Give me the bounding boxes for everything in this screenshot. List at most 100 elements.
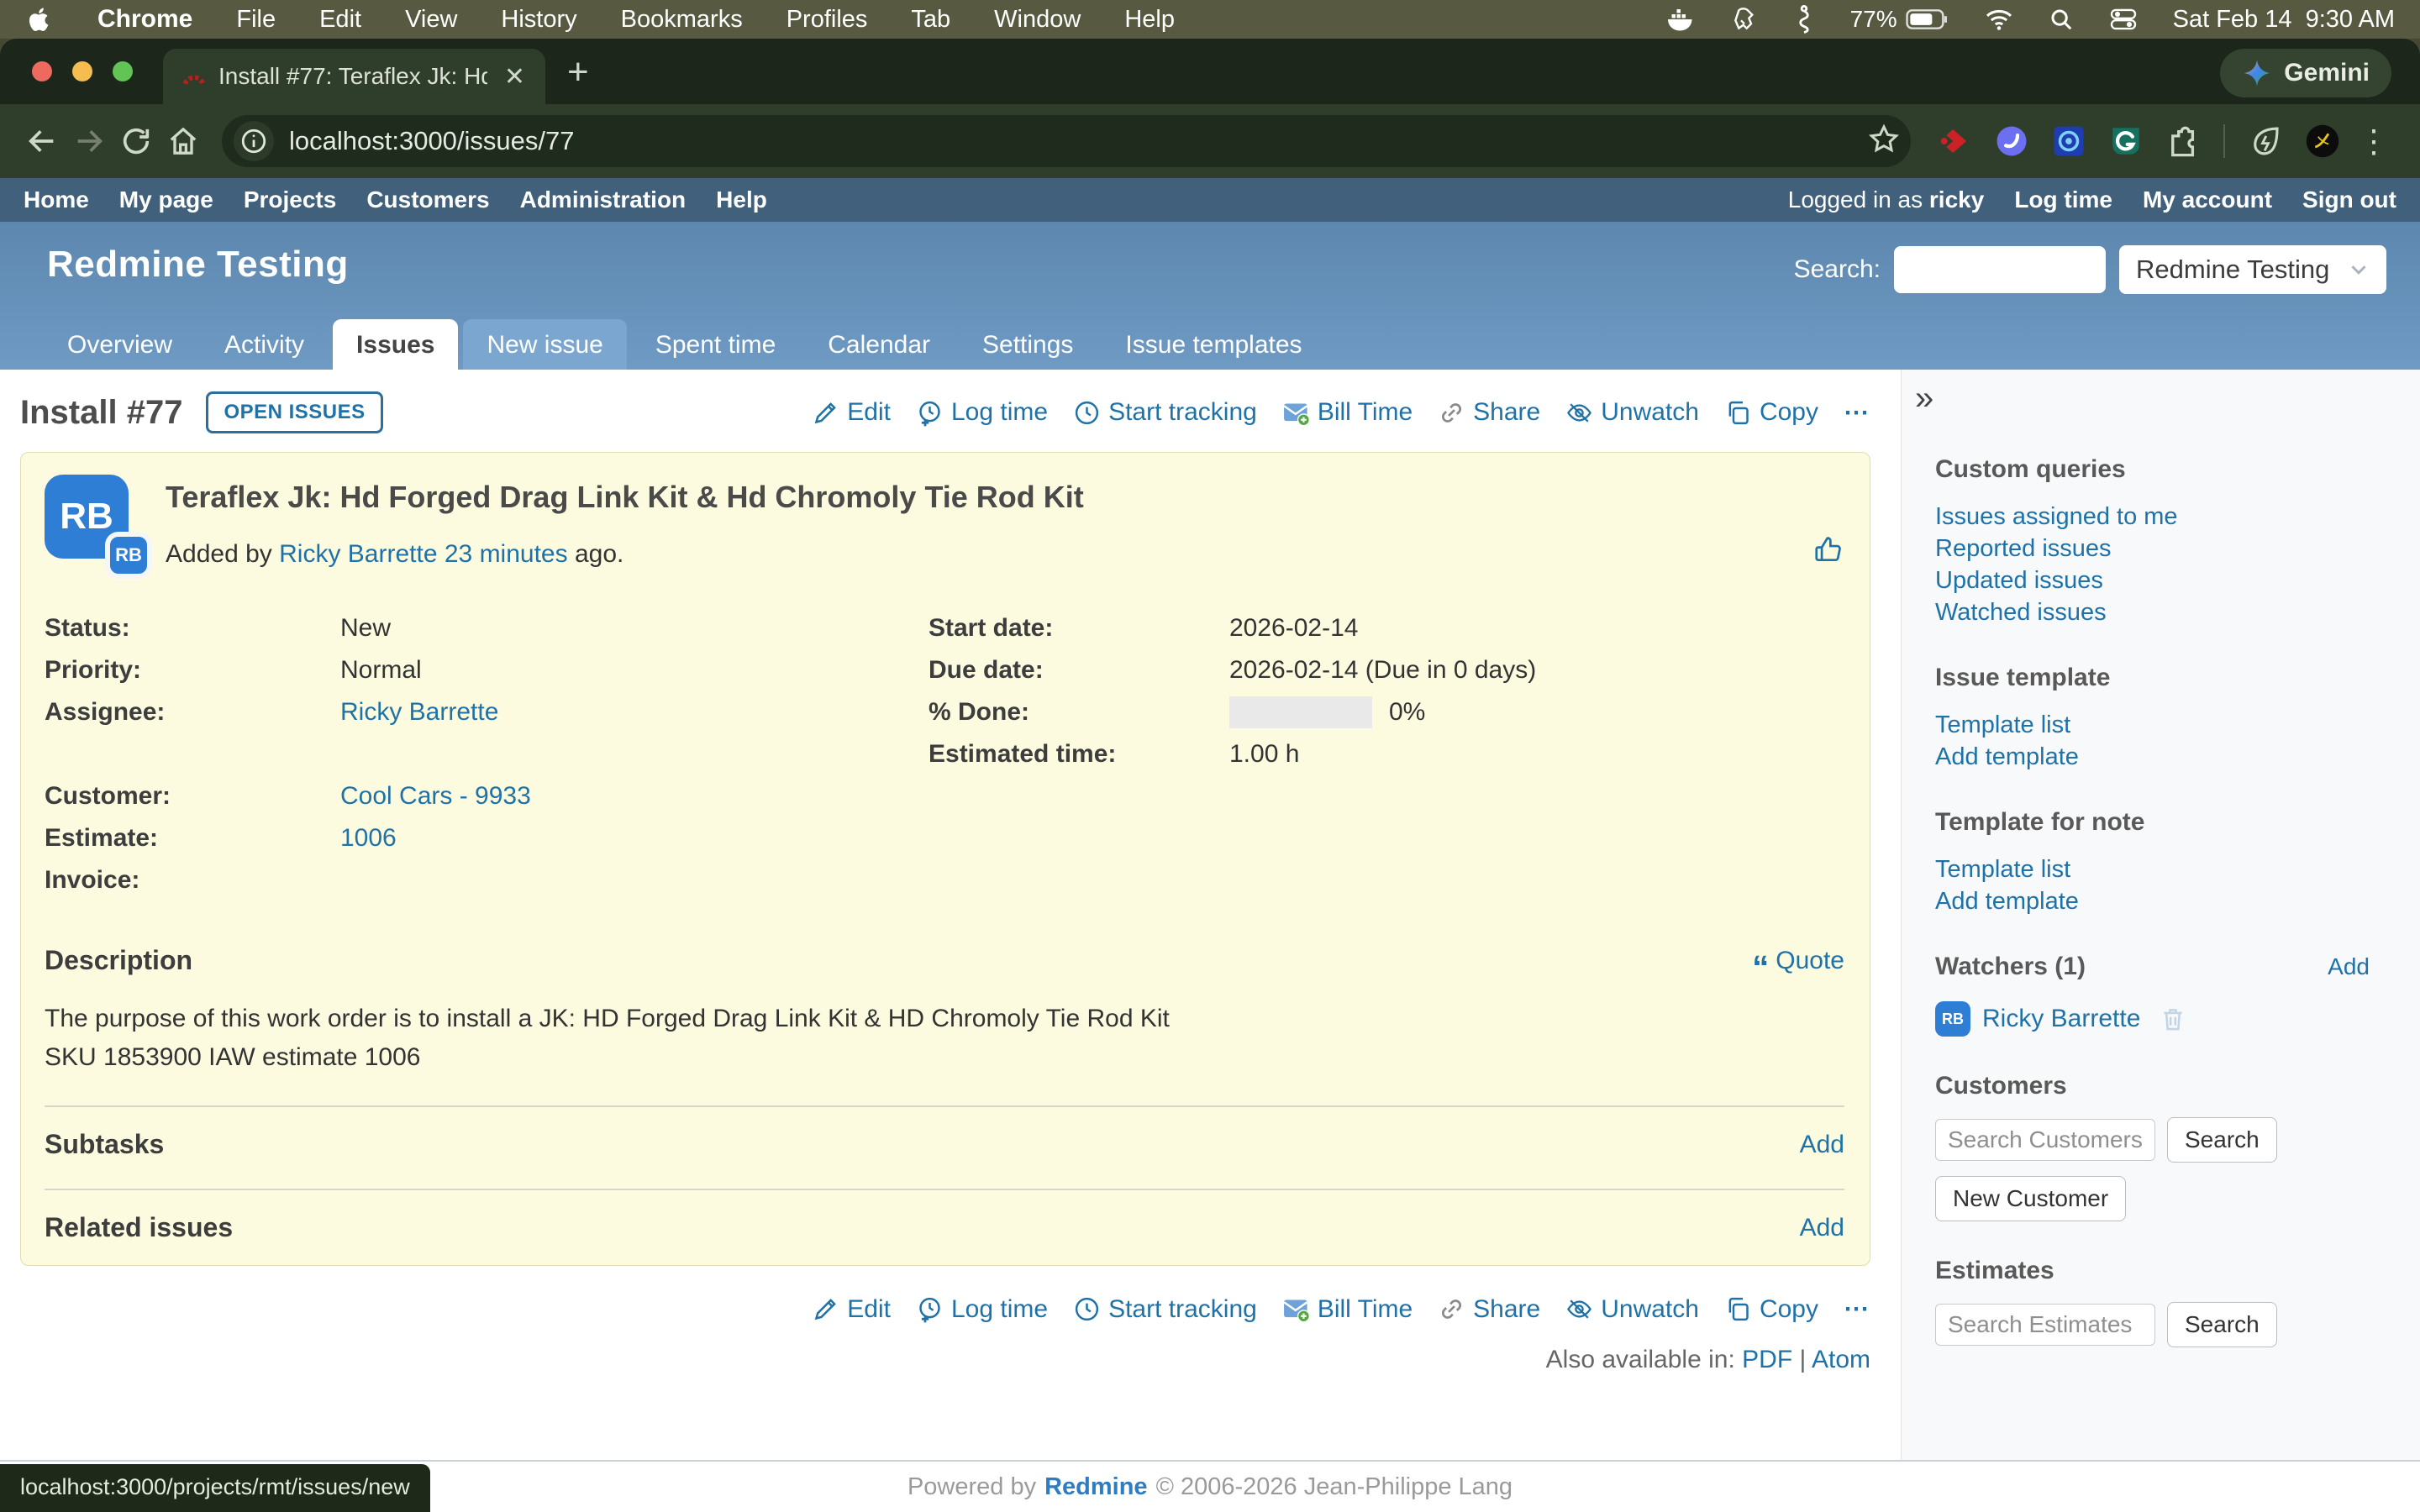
menubar-item-window[interactable]: Window <box>994 6 1081 34</box>
tab-issue-templates[interactable]: Issue templates <box>1102 319 1325 370</box>
author-link[interactable]: Ricky Barrette <box>279 540 437 568</box>
topmenu-help[interactable]: Help <box>716 186 767 213</box>
watcher-link[interactable]: Ricky Barrette <box>1982 1005 2140 1033</box>
logged-in-user[interactable]: ricky <box>1929 186 1984 213</box>
tab-calendar[interactable]: Calendar <box>804 319 954 370</box>
log-time-button-bottom[interactable]: Log time <box>916 1295 1048 1324</box>
issue-template-add-link[interactable]: Add template <box>1935 741 2370 773</box>
copy-button[interactable]: Copy <box>1724 398 1818 427</box>
assignee-link[interactable]: Ricky Barrette <box>340 698 498 726</box>
tab-overview[interactable]: Overview <box>44 319 196 370</box>
query-issues-assigned-to-me[interactable]: Issues assigned to me <box>1935 501 2370 533</box>
menubar-item-profiles[interactable]: Profiles <box>786 6 868 34</box>
gemini-button[interactable]: Gemini <box>2220 49 2391 97</box>
issue-author-avatar[interactable]: RB RB <box>45 475 129 559</box>
menubar-item-edit[interactable]: Edit <box>319 6 361 34</box>
menubar-clock[interactable]: Sat Feb 14 9:30 AM <box>2173 6 2395 34</box>
docker-icon[interactable] <box>1665 7 1696 32</box>
snake-icon[interactable] <box>1793 5 1815 34</box>
bookmark-star-icon[interactable] <box>1867 123 1901 160</box>
url-bar[interactable]: localhost:3000/issues/77 <box>222 115 1911 167</box>
open-issues-badge[interactable]: OPEN ISSUES <box>206 391 382 433</box>
topmenu-log-time[interactable]: Log time <box>2014 186 2112 213</box>
redmine-link[interactable]: Redmine <box>1044 1473 1147 1501</box>
edit-button[interactable]: Edit <box>812 398 891 427</box>
paw-icon[interactable] <box>1731 6 1758 33</box>
note-template-add-link[interactable]: Add template <box>1935 885 2370 917</box>
home-button[interactable] <box>160 118 207 165</box>
thumbs-up-button[interactable] <box>1812 533 1844 570</box>
query-reported-issues[interactable]: Reported issues <box>1935 533 2370 564</box>
topmenu-administration[interactable]: Administration <box>520 186 687 213</box>
share-button-bottom[interactable]: Share <box>1438 1295 1540 1324</box>
topmenu-projects[interactable]: Projects <box>244 186 337 213</box>
url-text[interactable]: localhost:3000/issues/77 <box>289 126 1867 156</box>
extensions-puzzle-icon[interactable] <box>2161 119 2205 163</box>
grammarly-icon[interactable] <box>2104 119 2148 163</box>
site-info-icon[interactable] <box>234 121 274 161</box>
bill-time-button[interactable]: Bill Time <box>1282 398 1413 427</box>
tab-activity[interactable]: Activity <box>201 319 328 370</box>
menubar-item-help[interactable]: Help <box>1124 6 1175 34</box>
quick-search-input[interactable] <box>1894 246 2106 293</box>
new-tab-button[interactable]: + <box>567 49 589 96</box>
quote-button[interactable]: “ Quote <box>1752 947 1844 975</box>
minimize-window-button[interactable] <box>72 61 92 81</box>
battery-indicator[interactable]: 77% <box>1850 6 1949 33</box>
start-tracking-button-bottom[interactable]: Start tracking <box>1073 1295 1257 1324</box>
forward-button[interactable] <box>66 118 113 165</box>
delete-watcher-icon[interactable] <box>2159 1005 2187 1033</box>
issue-template-list-link[interactable]: Template list <box>1935 709 2370 741</box>
more-actions-button[interactable]: ⋯ <box>1844 398 1870 428</box>
bill-time-button-bottom[interactable]: Bill Time <box>1282 1295 1413 1324</box>
menubar-item-view[interactable]: View <box>405 6 457 34</box>
pdf-link[interactable]: PDF <box>1742 1346 1792 1373</box>
more-actions-button-bottom[interactable]: ⋯ <box>1844 1294 1870 1324</box>
project-jump-select[interactable]: Redmine Testing <box>2119 245 2386 294</box>
copy-button-bottom[interactable]: Copy <box>1724 1295 1818 1324</box>
start-tracking-button[interactable]: Start tracking <box>1073 398 1257 427</box>
control-center-icon[interactable] <box>2109 8 2138 31</box>
topmenu-my-page[interactable]: My page <box>119 186 213 213</box>
customer-link[interactable]: Cool Cars - 9933 <box>340 782 531 810</box>
search-estimates-button[interactable]: Search <box>2167 1302 2277 1347</box>
log-time-button[interactable]: Log time <box>916 398 1048 427</box>
reload-button[interactable] <box>113 118 160 165</box>
menubar-item-file[interactable]: File <box>236 6 276 34</box>
wifi-icon[interactable] <box>1985 8 2013 31</box>
browser-tab[interactable]: Install #77: Teraflex Jk: Hd Fo ✕ <box>163 49 545 104</box>
extension-lock-icon[interactable] <box>2047 119 2091 163</box>
extension-purple-icon[interactable] <box>1990 119 2033 163</box>
search-estimates-input[interactable] <box>1935 1304 2155 1346</box>
edit-button-bottom[interactable]: Edit <box>812 1295 891 1324</box>
added-time-link[interactable]: 23 minutes <box>445 540 568 568</box>
tab-close-icon[interactable]: ✕ <box>499 62 530 92</box>
unwatch-button-bottom[interactable]: Unwatch <box>1565 1295 1699 1324</box>
sidebar-collapse-button[interactable]: » <box>1915 381 2420 415</box>
search-customers-button[interactable]: Search <box>2167 1117 2277 1163</box>
close-window-button[interactable] <box>32 61 52 81</box>
menubar-item-tab[interactable]: Tab <box>911 6 950 34</box>
query-watched-issues[interactable]: Watched issues <box>1935 596 2370 628</box>
tab-spent-time[interactable]: Spent time <box>632 319 799 370</box>
atom-link[interactable]: Atom <box>1812 1346 1870 1373</box>
estimate-link[interactable]: 1006 <box>340 824 397 852</box>
tab-settings[interactable]: Settings <box>959 319 1097 370</box>
share-button[interactable]: Share <box>1438 398 1540 427</box>
topmenu-my-account[interactable]: My account <box>2143 186 2272 213</box>
note-template-list-link[interactable]: Template list <box>1935 853 2370 885</box>
new-customer-button[interactable]: New Customer <box>1935 1176 2126 1221</box>
spotlight-search-icon[interactable] <box>2049 7 2074 32</box>
query-updated-issues[interactable]: Updated issues <box>1935 564 2370 596</box>
battery-saver-icon[interactable] <box>2244 119 2287 163</box>
chrome-menu-icon[interactable]: ⋮ <box>2351 123 2402 160</box>
add-watcher-button[interactable]: Add <box>2328 953 2370 980</box>
unwatch-button[interactable]: Unwatch <box>1565 398 1699 427</box>
topmenu-customers[interactable]: Customers <box>366 186 489 213</box>
topmenu-sign-out[interactable]: Sign out <box>2302 186 2396 213</box>
tab-new-issue[interactable]: New issue <box>463 319 626 370</box>
add-related-issue-button[interactable]: Add <box>1800 1214 1844 1242</box>
menubar-app-name[interactable]: Chrome <box>97 5 192 34</box>
menubar-item-bookmarks[interactable]: Bookmarks <box>621 6 743 34</box>
topmenu-home[interactable]: Home <box>24 186 89 213</box>
